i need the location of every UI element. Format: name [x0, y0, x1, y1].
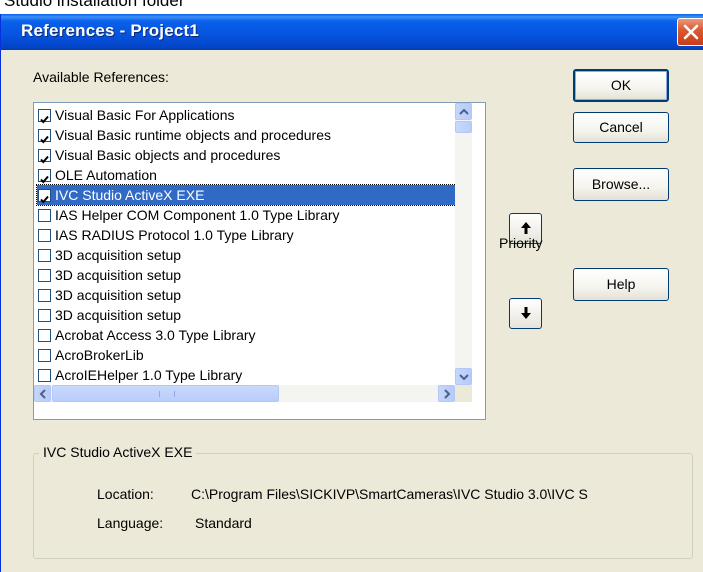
- reference-item[interactable]: 3D acquisition setup: [37, 265, 456, 285]
- reference-item[interactable]: OLE Automation: [37, 165, 456, 185]
- reference-label: AcroBrokerLib: [55, 347, 144, 363]
- checkmark-icon: [40, 155, 49, 164]
- checkmark-icon: [40, 175, 49, 184]
- horizontal-scrollbar[interactable]: [34, 385, 455, 402]
- reference-checkbox[interactable]: [38, 129, 51, 144]
- reference-label: 3D acquisition setup: [55, 307, 182, 323]
- ok-button[interactable]: OK: [573, 69, 669, 102]
- reference-checkbox[interactable]: [38, 109, 51, 124]
- arrow-down-icon: [521, 307, 531, 319]
- reference-label: 3D acquisition setup: [55, 247, 182, 263]
- scroll-left-arrow-icon: [39, 389, 46, 399]
- reference-label: 3D acquisition setup: [55, 267, 182, 283]
- priority-label: Priority: [499, 235, 543, 251]
- close-icon: [683, 24, 699, 40]
- title-bar[interactable]: References - Project1: [1, 14, 703, 50]
- reference-item[interactable]: AcroIEHelper 1.0 Type Library: [37, 365, 456, 385]
- help-button[interactable]: Help: [573, 268, 669, 301]
- checkmark-icon: [40, 115, 49, 124]
- scroll-left-button[interactable]: [34, 385, 51, 402]
- reference-checkbox[interactable]: [38, 289, 51, 302]
- reference-label: Visual Basic runtime objects and procedu…: [55, 127, 332, 143]
- language-label: Language:: [97, 515, 164, 531]
- location-value: C:\Program Files\SICKIVP\SmartCameras\IV…: [191, 486, 588, 502]
- reference-checkbox[interactable]: [38, 369, 51, 382]
- reference-checkbox[interactable]: [38, 149, 51, 164]
- language-value: Standard: [195, 515, 252, 531]
- reference-label: Visual Basic For Applications: [55, 107, 235, 123]
- background-caption-fragment: Studio installation folder: [0, 0, 703, 14]
- reference-item[interactable]: IAS RADIUS Protocol 1.0 Type Library: [37, 225, 456, 245]
- close-button[interactable]: [677, 18, 703, 46]
- reference-item[interactable]: 3D acquisition setup: [37, 245, 456, 265]
- reference-checkbox[interactable]: [38, 229, 51, 242]
- scroll-down-button[interactable]: [455, 368, 472, 385]
- vertical-scroll-thumb[interactable]: [455, 121, 472, 133]
- reference-item[interactable]: Visual Basic For Applications: [37, 105, 456, 125]
- reference-checkbox[interactable]: [38, 209, 51, 222]
- scroll-right-button[interactable]: [438, 385, 455, 402]
- cancel-button[interactable]: Cancel: [573, 112, 669, 143]
- reference-checkbox[interactable]: [38, 329, 51, 342]
- reference-checkbox[interactable]: [38, 269, 51, 282]
- reference-checkbox[interactable]: [38, 189, 51, 204]
- reference-item[interactable]: Visual Basic runtime objects and procedu…: [37, 125, 456, 145]
- background-caption-text: Studio installation folder: [4, 0, 185, 10]
- reference-checkbox[interactable]: [38, 349, 51, 362]
- details-group-title: IVC Studio ActiveX EXE: [39, 444, 197, 460]
- location-label: Location:: [97, 486, 154, 502]
- reference-label: IAS Helper COM Component 1.0 Type Librar…: [55, 207, 340, 223]
- reference-details-group: [33, 453, 693, 559]
- scroll-right-arrow-icon: [444, 389, 451, 399]
- reference-item[interactable]: IVC Studio ActiveX EXE: [36, 184, 457, 206]
- reference-item[interactable]: 3D acquisition setup: [37, 305, 456, 325]
- priority-down-button[interactable]: [509, 298, 542, 329]
- reference-label: IAS RADIUS Protocol 1.0 Type Library: [55, 227, 294, 243]
- reference-item[interactable]: Acrobat Access 3.0 Type Library: [37, 325, 456, 345]
- horizontal-scroll-thumb[interactable]: [52, 385, 279, 402]
- checkmark-icon: [40, 135, 49, 144]
- reference-label: OLE Automation: [55, 167, 157, 183]
- scroll-up-arrow-icon: [459, 108, 469, 115]
- reference-item[interactable]: 3D acquisition setup: [37, 285, 456, 305]
- reference-checkbox[interactable]: [38, 249, 51, 262]
- vertical-scrollbar[interactable]: [455, 103, 472, 385]
- references-list[interactable]: Visual Basic For Applications Visual Basi…: [33, 102, 486, 420]
- reference-label: IVC Studio ActiveX EXE: [55, 187, 205, 203]
- scroll-up-button[interactable]: [455, 103, 472, 120]
- reference-label: AcroIEHelper 1.0 Type Library: [55, 367, 243, 383]
- arrow-up-icon: [521, 222, 531, 234]
- reference-label: 3D acquisition setup: [55, 287, 182, 303]
- browse-button[interactable]: Browse...: [573, 168, 669, 201]
- window-title: References - Project1: [21, 21, 200, 40]
- reference-item[interactable]: Visual Basic objects and procedures: [37, 145, 456, 165]
- checkmark-icon: [40, 195, 49, 204]
- reference-label: Acrobat Access 3.0 Type Library: [55, 327, 256, 343]
- reference-label: Visual Basic objects and procedures: [55, 147, 281, 163]
- available-references-label: Available References:: [33, 69, 169, 85]
- reference-checkbox[interactable]: [38, 169, 51, 184]
- thumb-grip-icon: [159, 391, 175, 397]
- scrollbar-corner: [455, 385, 472, 402]
- reference-checkbox[interactable]: [38, 309, 51, 322]
- reference-item[interactable]: IAS Helper COM Component 1.0 Type Librar…: [37, 205, 456, 225]
- scroll-down-arrow-icon: [459, 374, 469, 381]
- reference-item[interactable]: AcroBrokerLib: [37, 345, 456, 365]
